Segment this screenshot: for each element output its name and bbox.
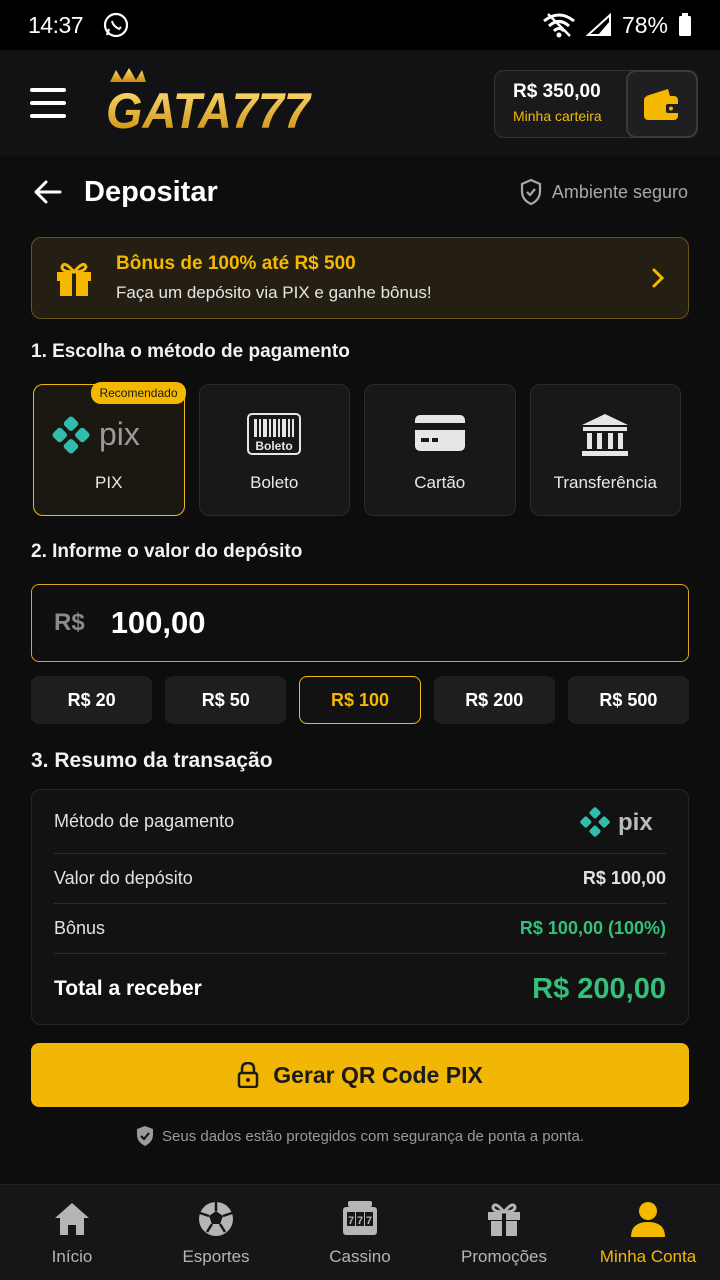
nav-label: Promoções: [461, 1246, 547, 1266]
wallet-balance: R$ 350,00: [513, 81, 601, 102]
gift-icon: [488, 1202, 520, 1236]
generate-qr-button[interactable]: Gerar QR Code PIX: [31, 1043, 689, 1107]
security-note: Seus dados estão protegidos com seguranç…: [0, 1126, 720, 1146]
quick-amount-500[interactable]: R$ 500: [567, 676, 690, 724]
wallet-button[interactable]: [626, 70, 698, 138]
battery-icon: [679, 13, 691, 36]
home-icon: [55, 1202, 89, 1235]
quick-amount-200[interactable]: R$ 200: [433, 676, 555, 724]
secure-label: Ambiente seguro: [551, 181, 688, 202]
quick-amount-100[interactable]: R$ 100: [299, 676, 421, 724]
user-icon: [631, 1201, 665, 1237]
step2-heading: 2. Informe o valor do depósito: [31, 541, 303, 562]
status-bar: 14:37 78%: [0, 0, 720, 50]
page-title: Depositar: [84, 175, 218, 208]
summary-bonus-label: Bônus: [54, 918, 106, 938]
app-header: GATA777 R$ 350,00 Minha carteira: [0, 50, 720, 156]
page-header: Depositar Ambiente seguro: [32, 170, 688, 214]
method-label: Cartão: [414, 473, 466, 492]
wallet-widget[interactable]: R$ 350,00 Minha carteira: [494, 70, 698, 138]
summary-bonus-row: Bônus R$ 100,00 (100%): [54, 904, 666, 954]
wifi-icon: [543, 13, 575, 38]
bank-icon: [582, 414, 629, 456]
summary-total-row: Total a receber R$ 200,00: [54, 954, 666, 1024]
summary-method-row: Método de pagamento pix: [54, 790, 666, 854]
signal-icon: [585, 13, 611, 36]
gift-icon: [57, 262, 91, 296]
card-icon: [414, 415, 465, 451]
pix-logo-icon: pix: [580, 806, 653, 837]
deposit-amount-input[interactable]: R$ 100,00: [31, 584, 689, 662]
nav-label: Minha Conta: [599, 1246, 697, 1266]
recommended-badge: Recomendado: [91, 382, 186, 404]
quick-amount-20[interactable]: R$ 20: [31, 676, 153, 724]
bonus-banner[interactable]: Bônus de 100% até R$ 500 Faça um depósit…: [31, 237, 689, 319]
bonus-subtitle: Faça um depósito via PIX e ganhe bônus!: [116, 283, 432, 302]
quick-amounts: R$ 20 R$ 50 R$ 100 R$ 200 R$ 500: [31, 676, 690, 724]
pix-icon: pix: [52, 416, 140, 454]
brand-logo[interactable]: GATA777: [104, 68, 314, 140]
nav-label: Esportes: [182, 1246, 250, 1266]
summary-deposit-label: Valor do depósito: [54, 868, 193, 888]
nav-label: Início: [51, 1246, 93, 1266]
whatsapp-icon: [103, 12, 129, 38]
step3-heading: 3. Resumo da transação: [31, 749, 273, 772]
nav-account[interactable]: Minha Conta: [576, 1185, 720, 1280]
amount-value[interactable]: 100,00: [111, 605, 206, 641]
summary-deposit-row: Valor do depósito R$ 100,00: [54, 854, 666, 904]
svg-text:GATA777: GATA777: [106, 83, 312, 139]
svg-text:7: 7: [366, 1215, 372, 1227]
svg-text:pix: pix: [99, 416, 140, 452]
transaction-summary: Método de pagamento pix Valor do depósit…: [31, 789, 689, 1025]
battery-level: 78%: [621, 11, 668, 38]
method-card[interactable]: Cartão: [364, 384, 516, 516]
wallet-label: Minha carteira: [513, 108, 602, 124]
shield-icon: [520, 179, 542, 205]
summary-bonus-value: R$ 100,00 (100%): [519, 918, 666, 938]
method-pix[interactable]: Recomendado pix PIX: [33, 382, 186, 516]
nav-promotions[interactable]: Promoções: [432, 1185, 576, 1280]
bonus-title: Bônus de 100% até R$ 500: [116, 253, 356, 274]
nav-home[interactable]: Início: [0, 1185, 144, 1280]
wallet-icon: [644, 89, 680, 120]
summary-method-label: Método de pagamento: [54, 811, 235, 831]
method-label: Boleto: [250, 473, 299, 492]
security-note-text: Seus dados estão protegidos com seguranç…: [162, 1127, 584, 1145]
lock-icon: [237, 1062, 259, 1088]
barcode-icon: Boleto: [247, 413, 302, 455]
soccer-ball-icon: [199, 1201, 233, 1236]
quick-amount-50[interactable]: R$ 50: [165, 676, 287, 724]
step1-heading: 1. Escolha o método de pagamento: [31, 341, 350, 362]
summary-deposit-value: R$ 100,00: [582, 868, 666, 888]
cta-label: Gerar QR Code PIX: [273, 1061, 483, 1088]
nav-casino[interactable]: 777 Cassino: [288, 1185, 432, 1280]
summary-total-label: Total a receber: [54, 977, 202, 1000]
summary-total-value: R$ 200,00: [532, 972, 666, 1005]
method-label: PIX: [95, 473, 123, 492]
shield-check-icon: [137, 1126, 154, 1146]
svg-text:pix: pix: [618, 809, 653, 836]
nav-label: Cassino: [329, 1246, 391, 1266]
svg-text:7: 7: [348, 1215, 354, 1227]
status-time: 14:37: [28, 11, 84, 38]
back-arrow-icon[interactable]: [32, 177, 62, 207]
svg-text:Boleto: Boleto: [256, 439, 293, 453]
menu-button[interactable]: [30, 88, 66, 118]
method-label: Transferência: [553, 473, 657, 492]
method-boleto[interactable]: Boleto Boleto: [198, 384, 350, 516]
nav-sports[interactable]: Esportes: [144, 1185, 288, 1280]
method-transfer[interactable]: Transferência: [529, 384, 681, 516]
payment-methods: Recomendado pix PIX Boleto Boleto Cartão…: [33, 382, 681, 516]
currency-prefix: R$: [54, 609, 85, 636]
chevron-right-icon: [652, 268, 665, 288]
bottom-navigation: Início Esportes 777 Cassino Promoções Mi…: [0, 1184, 720, 1280]
svg-text:7: 7: [357, 1215, 363, 1227]
secure-indicator: Ambiente seguro: [520, 179, 688, 205]
slot-machine-icon: 777: [343, 1200, 377, 1235]
